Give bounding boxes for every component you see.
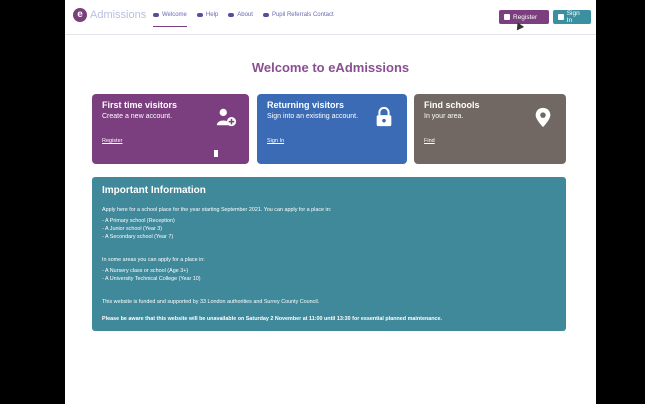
card-first-time-visitors[interactable]: First time visitors Create a new account…: [92, 94, 249, 164]
info-line: - A Primary school (Reception): [102, 218, 175, 224]
page-title: Welcome to eAdmissions: [251, 60, 410, 75]
info-line: - A Junior school (Year 3): [102, 226, 163, 232]
help-icon: [196, 13, 203, 17]
info-line: This website is funded and supported by …: [102, 299, 320, 305]
card-desc: Sign into an existing account.: [267, 113, 359, 120]
info-icon: [228, 13, 235, 17]
top-navbar: e Admissions Welcome Help About Pupil Re…: [65, 0, 596, 35]
register-link[interactable]: Register: [102, 138, 122, 144]
info-line: Apply here for a school place for the ye…: [102, 207, 332, 213]
card-desc: Create a new account.: [102, 113, 173, 120]
lock-icon: [558, 14, 564, 20]
nav-label: Pupil Referrals Contact: [271, 12, 334, 18]
user-plus-icon: [504, 14, 510, 20]
sign-in-link[interactable]: Sign In: [267, 138, 284, 144]
sign-in-button[interactable]: Sign In: [553, 10, 591, 24]
mouse-cursor-icon: [214, 150, 218, 157]
nav-item-welcome[interactable]: Welcome: [153, 12, 187, 18]
card-returning-visitors[interactable]: Returning visitors Sign into an existing…: [257, 94, 407, 164]
info-line: In some areas you can apply for a place …: [102, 257, 205, 263]
active-tab-indicator: [153, 26, 187, 27]
info-title: Important Information: [102, 185, 206, 196]
nav-item-help[interactable]: Help: [196, 12, 219, 18]
important-information-panel: Important Information Apply here for a s…: [92, 177, 566, 331]
logo-badge: e: [73, 8, 87, 22]
info-line: Please be aware that this website will b…: [102, 316, 443, 322]
nav-item-pupil-referrals[interactable]: Pupil Referrals Contact: [262, 12, 334, 18]
nav-item-about[interactable]: About: [228, 12, 253, 18]
nav-label: About: [237, 12, 253, 18]
info-line: - A Secondary school (Year 7): [102, 234, 174, 240]
nav-label: Welcome: [162, 12, 187, 18]
card-find-schools[interactable]: Find schools In your area. Find: [414, 94, 566, 164]
info-line: - A Nursery class or school (Age 3+): [102, 268, 189, 274]
main-nav: Welcome Help About Pupil Referrals Conta…: [153, 12, 334, 18]
browser-viewport: e Admissions Welcome Help About Pupil Re…: [65, 0, 596, 404]
logo-text: Admissions: [90, 9, 147, 21]
register-button[interactable]: Register: [499, 10, 549, 24]
info-line: - A University Technical College (Year 1…: [102, 276, 201, 282]
lock-icon: [376, 106, 392, 127]
home-icon: [153, 13, 159, 17]
register-label: Register: [513, 13, 538, 21]
nav-label: Help: [205, 12, 219, 18]
logo[interactable]: e Admissions: [73, 8, 146, 22]
add-user-icon: [216, 108, 237, 127]
sign-in-label: Sign In: [566, 10, 580, 24]
card-desc: In your area.: [424, 113, 464, 120]
find-link[interactable]: Find: [424, 138, 435, 144]
map-pin-icon: [535, 107, 551, 128]
contact-icon: [262, 13, 269, 17]
